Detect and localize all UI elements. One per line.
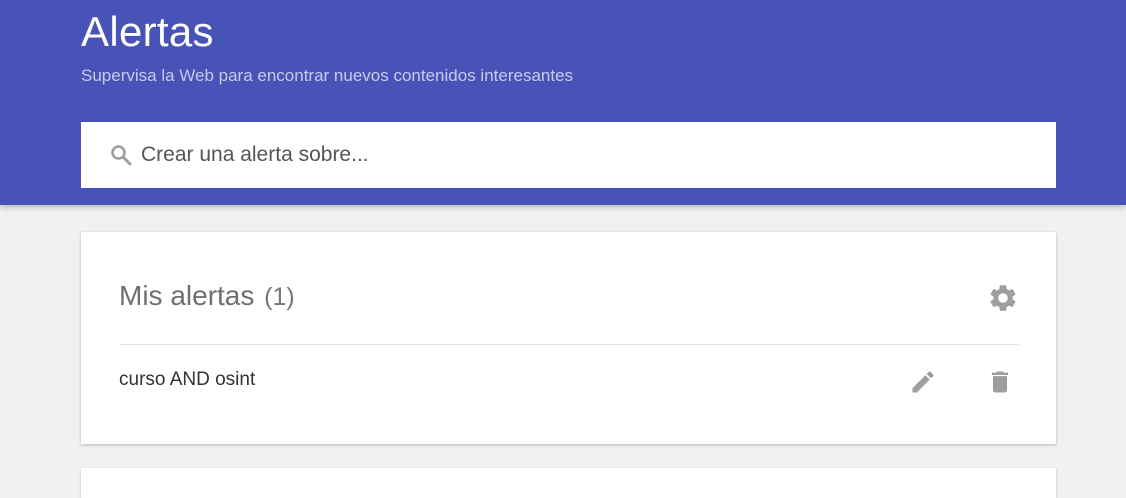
gear-icon[interactable] <box>987 282 1019 314</box>
search-icon <box>109 143 133 167</box>
alert-count: (1) <box>264 283 295 311</box>
card-title: Mis alertas (1) <box>119 278 295 315</box>
alert-list-item: curso AND osint <box>119 364 1019 400</box>
trash-icon[interactable] <box>986 368 1014 396</box>
header-banner: Alertas Supervisa la Web para encontrar … <box>0 0 1126 205</box>
card-divider <box>119 344 1019 345</box>
search-bar[interactable] <box>81 122 1056 188</box>
alert-query-text[interactable]: curso AND osint <box>119 368 255 392</box>
my-alerts-card: Mis alertas (1) curso AND osint <box>81 232 1056 444</box>
secondary-card <box>81 468 1056 498</box>
page-subtitle: Supervisa la Web para encontrar nuevos c… <box>81 66 574 85</box>
pencil-icon[interactable] <box>909 368 937 396</box>
card-title-text: Mis alertas <box>119 280 255 311</box>
search-input[interactable] <box>141 143 1001 167</box>
page-title: Alertas <box>81 8 214 55</box>
